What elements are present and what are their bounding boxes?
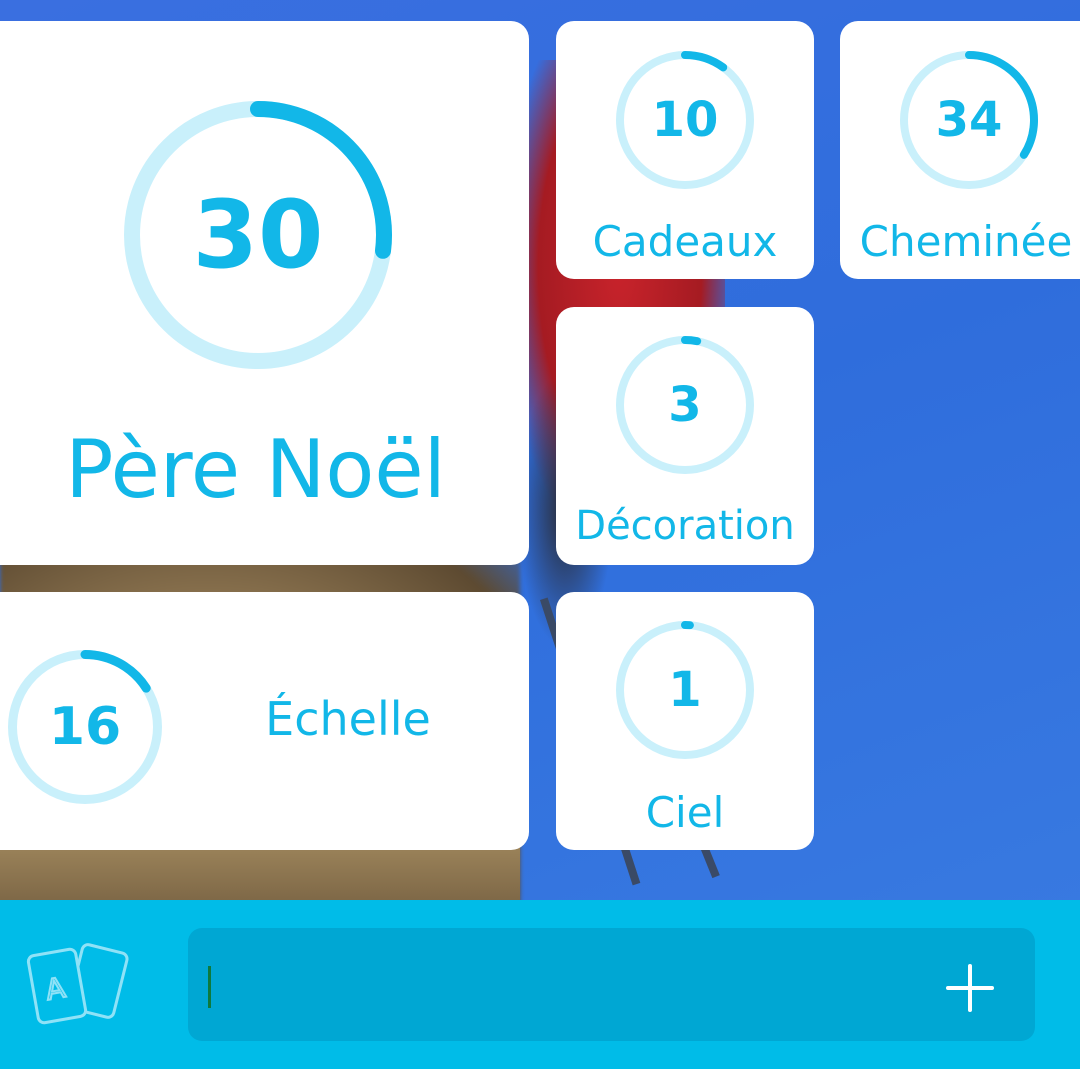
answer-count: 30 — [192, 180, 324, 290]
answer-label: Décoration — [575, 503, 795, 549]
answer-label: Cadeaux — [592, 217, 778, 266]
answer-count: 34 — [935, 92, 1003, 148]
answer-label: Échelle — [265, 692, 431, 746]
progress-ring: 34 — [898, 49, 1040, 191]
progress-ring: 3 — [614, 334, 756, 476]
answer-tile-cheminee: 34 Cheminée — [840, 21, 1080, 279]
answer-tile-echelle: 16 Échelle — [0, 592, 529, 850]
progress-ring: 1 — [614, 619, 756, 761]
progress-ring: 10 — [614, 49, 756, 191]
add-button[interactable] — [940, 958, 1000, 1018]
answer-tile-pere-noel: 30 Père Noël — [0, 21, 529, 565]
answer-input-box[interactable] — [188, 928, 1035, 1041]
text-caret — [208, 966, 211, 1008]
answer-count: 10 — [651, 92, 719, 148]
answer-label: Ciel — [645, 788, 725, 837]
game-screen: 30 Père Noël 10 Cadeaux 34 Cheminée 3 Dé… — [0, 0, 1080, 1069]
playing-cards-icon: A — [26, 943, 129, 1025]
answer-label: Cheminée — [859, 217, 1073, 266]
answer-count: 1 — [668, 662, 702, 718]
answer-tile-decoration: 3 Décoration — [556, 307, 814, 565]
progress-ring: 16 — [6, 648, 164, 806]
cards-button[interactable]: A — [25, 940, 130, 1030]
answer-label: Père Noël — [65, 423, 446, 516]
answer-count: 3 — [668, 377, 702, 433]
answer-tile-cadeaux: 10 Cadeaux — [556, 21, 814, 279]
answer-tile-ciel: 1 Ciel — [556, 592, 814, 850]
progress-ring: 30 — [122, 99, 394, 371]
plus-icon — [946, 964, 994, 1012]
answer-input[interactable] — [208, 948, 912, 1023]
answer-count: 16 — [48, 697, 122, 757]
